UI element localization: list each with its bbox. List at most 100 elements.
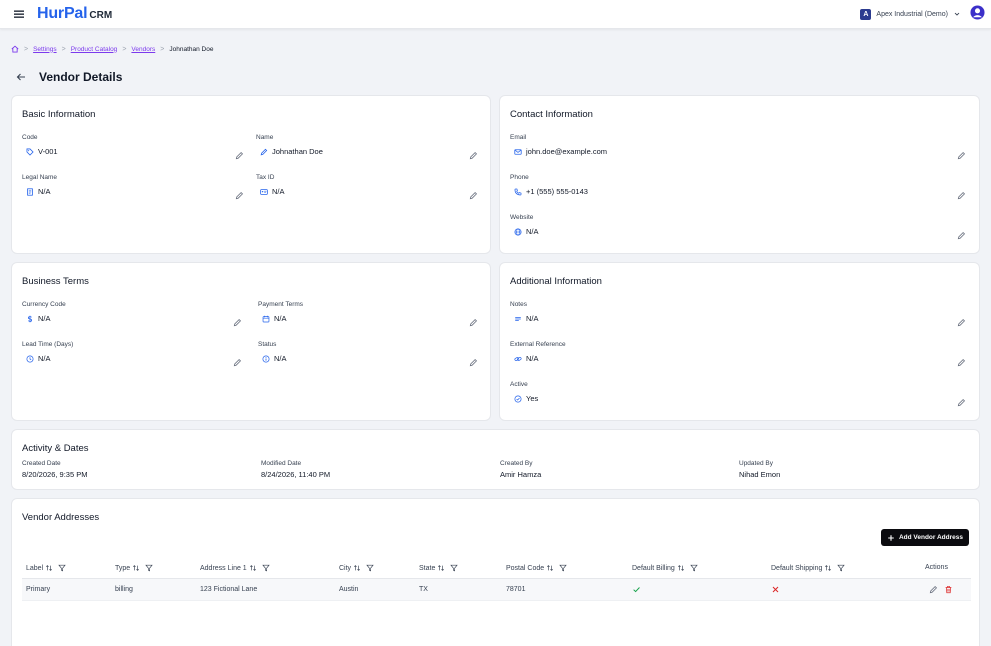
edit-pencil-icon[interactable] (469, 191, 478, 200)
clock-icon (26, 355, 34, 362)
cell-city: Austin (339, 586, 359, 593)
field-label: Legal Name (22, 174, 58, 181)
breadcrumb: > Settings > Product Catalog > Vendors >… (11, 45, 213, 53)
sort-icon[interactable] (824, 564, 832, 572)
field-label: Phone (510, 174, 529, 181)
updated-by-field: Updated By Nihad Emon (739, 460, 780, 479)
field-label: Website (510, 214, 534, 221)
field-value: N/A (526, 227, 539, 236)
column-header-state[interactable]: State (419, 564, 459, 572)
breadcrumb-vendors[interactable]: Vendors (131, 46, 155, 53)
page-header: Vendor Details (15, 70, 122, 84)
sort-icon[interactable] (353, 564, 361, 572)
column-header-actions: Actions (925, 564, 948, 571)
chevron-down-icon (954, 12, 960, 16)
column-header-type[interactable]: Type (115, 564, 153, 572)
cell-label: Primary (26, 586, 51, 593)
external-reference-field: External Reference N/A (510, 341, 566, 363)
edit-pencil-icon[interactable] (233, 318, 242, 327)
field-label: External Reference (510, 341, 566, 348)
edit-pencil-icon[interactable] (957, 358, 966, 367)
sort-icon[interactable] (546, 564, 554, 572)
cell-address-line-1: 123 Fictional Lane (200, 586, 258, 593)
column-header-default-shipping[interactable]: Default Shipping (771, 564, 846, 572)
status-field: Status N/A (258, 341, 287, 363)
filter-icon[interactable] (690, 564, 698, 572)
code-field: Code V-001 (22, 134, 58, 156)
filter-icon[interactable] (837, 564, 846, 572)
globe-icon (514, 228, 522, 235)
sort-icon[interactable] (132, 564, 140, 572)
breadcrumb-product-catalog[interactable]: Product Catalog (71, 46, 118, 53)
filter-icon[interactable] (58, 564, 66, 572)
filter-icon[interactable] (450, 564, 459, 572)
table-header: Label Type Address Line 1 City State Pos… (22, 559, 971, 579)
calendar-icon (262, 315, 270, 322)
breadcrumb-settings[interactable]: Settings (33, 46, 57, 53)
top-bar: HurPal CRM A Apex Industrial (Demo) (0, 0, 991, 29)
cell-state: TX (419, 586, 428, 593)
column-header-city[interactable]: City (339, 564, 374, 572)
edit-pencil-icon[interactable] (957, 151, 966, 160)
hamburger-menu-icon[interactable] (13, 8, 25, 20)
table-row[interactable]: Primary billing 123 Fictional Lane Austi… (22, 579, 971, 601)
sort-icon[interactable] (45, 564, 53, 572)
tag-icon (26, 148, 34, 156)
pencil-icon (260, 148, 268, 155)
notes-field: Notes N/A (510, 301, 539, 323)
edit-pencil-icon[interactable] (469, 318, 478, 327)
field-value: 8/24/2026, 11:40 PM (261, 470, 331, 479)
back-arrow-icon[interactable] (15, 71, 27, 83)
breadcrumb-current: Johnathan Doe (169, 45, 214, 53)
edit-pencil-icon[interactable] (957, 318, 966, 327)
card-title: Contact Information (510, 109, 593, 120)
page-title: Vendor Details (39, 70, 123, 84)
user-avatar-icon[interactable] (970, 5, 985, 20)
field-value: N/A (272, 187, 285, 196)
edit-pencil-icon[interactable] (233, 358, 242, 367)
breadcrumb-separator: > (61, 45, 66, 53)
edit-pencil-icon[interactable] (235, 191, 244, 200)
column-header-default-billing[interactable]: Default Billing (632, 564, 698, 572)
created-by-field: Created By Amir Hamza (500, 460, 541, 479)
breadcrumb-separator: > (160, 45, 165, 53)
trash-icon[interactable] (944, 585, 953, 594)
edit-pencil-icon[interactable] (469, 151, 478, 160)
column-header-label[interactable]: Label (26, 564, 66, 572)
field-label: Created By (500, 460, 533, 467)
column-header-postal-code[interactable]: Postal Code (506, 564, 567, 572)
company-icon: A (860, 8, 872, 20)
edit-pencil-icon[interactable] (469, 358, 478, 367)
edit-pencil-icon[interactable] (929, 585, 938, 594)
field-label: Tax ID (256, 174, 275, 181)
legal-name-field: Legal Name N/A (22, 174, 58, 196)
filter-icon[interactable] (145, 564, 153, 572)
sort-icon[interactable] (437, 564, 445, 572)
company-switcher[interactable]: A Apex Industrial (Demo) (860, 7, 961, 21)
home-icon[interactable] (11, 45, 19, 53)
field-value: Nihad Emon (739, 470, 781, 479)
field-value: N/A (38, 314, 51, 323)
field-value: +1 (555) 555-0143 (526, 187, 588, 196)
business-terms-card: Business Terms Currency Code N/A Payment… (11, 262, 491, 421)
field-label: Name (256, 134, 274, 141)
sort-icon[interactable] (677, 564, 685, 572)
app-logo[interactable]: HurPal CRM (37, 5, 112, 23)
add-vendor-address-button[interactable]: Add Vendor Address (880, 529, 969, 546)
column-header-address-line-1[interactable]: Address Line 1 (200, 564, 270, 572)
edit-pencil-icon[interactable] (235, 151, 244, 160)
filter-icon[interactable] (366, 564, 374, 572)
sort-icon[interactable] (249, 564, 257, 572)
edit-pencil-icon[interactable] (957, 191, 966, 200)
cell-actions (929, 585, 953, 594)
dollar-icon (27, 315, 33, 322)
filter-icon[interactable] (261, 564, 270, 572)
edit-pencil-icon[interactable] (957, 231, 966, 240)
edit-pencil-icon[interactable] (957, 398, 966, 407)
filter-icon[interactable] (559, 564, 567, 572)
email-field: Email john.doe@example.com (510, 134, 607, 156)
cell-postal-code: 78701 (506, 586, 526, 593)
name-field: Name Johnathan Doe (256, 134, 323, 156)
cell-default-billing (632, 585, 641, 594)
field-value: john.doe@example.com (526, 147, 607, 156)
